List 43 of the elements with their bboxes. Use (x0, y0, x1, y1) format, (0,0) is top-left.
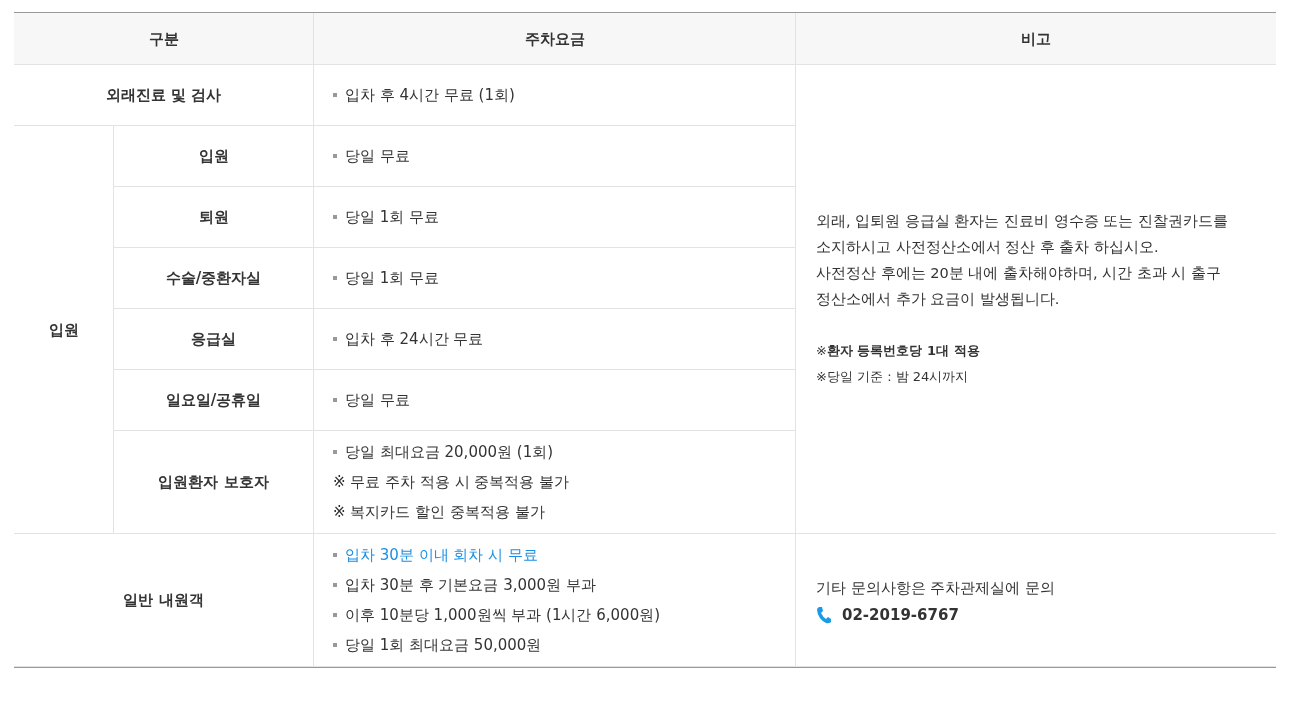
remark-text: 기타 문의사항은 주차관제실에 문의 (816, 579, 1056, 598)
bullet-icon (333, 583, 337, 587)
category-cell: 일반 내원객 (14, 534, 313, 667)
subcategory-cell: 입원환자 보호자 (113, 431, 313, 534)
fee-text: 입차 후 4시간 무료 (1회) (345, 85, 515, 105)
bullet-icon (333, 215, 337, 219)
fee-text: 당일 무료 (345, 390, 410, 410)
remark-text: 외래, 입퇴원 응급실 환자는 진료비 영수증 또는 진찰권카드를 소지하시고 사전정산소에서 정산 후 출차 하십시오. (816, 212, 1229, 257)
column-header: 구분 (14, 13, 313, 65)
fee-text: 입차 후 24시간 무료 (345, 329, 484, 349)
remark-note: ※당일 기준 : 밤 24시까지 (816, 368, 970, 386)
phone-icon (816, 606, 832, 624)
column-header: 비고 (795, 13, 1276, 65)
fee-text: 이후 10분당 1,000원씩 부과 (1시간 6,000원) (345, 605, 661, 625)
fee-text: 당일 1회 무료 (345, 207, 440, 227)
fee-text: 당일 무료 (345, 146, 410, 166)
subcategory-cell: 수술/중환자실 (113, 248, 313, 309)
category-cell: 외래진료 및 검사 (14, 65, 313, 126)
bullet-icon (333, 276, 337, 280)
subcategory-cell: 일요일/공휴일 (113, 370, 313, 431)
bullet-icon (333, 553, 337, 557)
fee-text: 당일 최대요금 20,000원 (1회) (345, 442, 554, 462)
fee-text: 당일 1회 무료 (345, 268, 440, 288)
bullet-icon (333, 154, 337, 158)
fee-text: ※ 복지카드 할인 중복적용 불가 (333, 502, 545, 522)
subcategory-cell: 퇴원 (113, 187, 313, 248)
subcategory-cell: 입원 (113, 126, 313, 187)
remark-note: ※환자 등록번호당 1대 적용 (816, 342, 981, 360)
fee-text: 입차 30분 이내 회차 시 무료 (345, 545, 538, 565)
bullet-icon (333, 643, 337, 647)
subcategory-cell: 응급실 (113, 309, 313, 370)
bullet-icon (333, 450, 337, 454)
bullet-icon (333, 93, 337, 97)
bullet-icon (333, 613, 337, 617)
fee-text: 입차 30분 후 기본요금 3,000원 부과 (345, 575, 596, 595)
remark-text: 사전정산 후에는 20분 내에 출차해야하며, 시간 초과 시 출구 정산소에서 추가 요금이 발생됩니다. (816, 264, 1222, 309)
column-header: 주차요금 (313, 13, 795, 65)
bullet-icon (333, 337, 337, 341)
phone-number: 02-2019-6767 (842, 605, 959, 625)
fee-text: 당일 1회 최대요금 50,000원 (345, 635, 542, 655)
category-cell: 입원 (14, 126, 113, 534)
fee-text: ※ 무료 주차 적용 시 중복적용 불가 (333, 472, 570, 492)
bullet-icon (333, 398, 337, 402)
